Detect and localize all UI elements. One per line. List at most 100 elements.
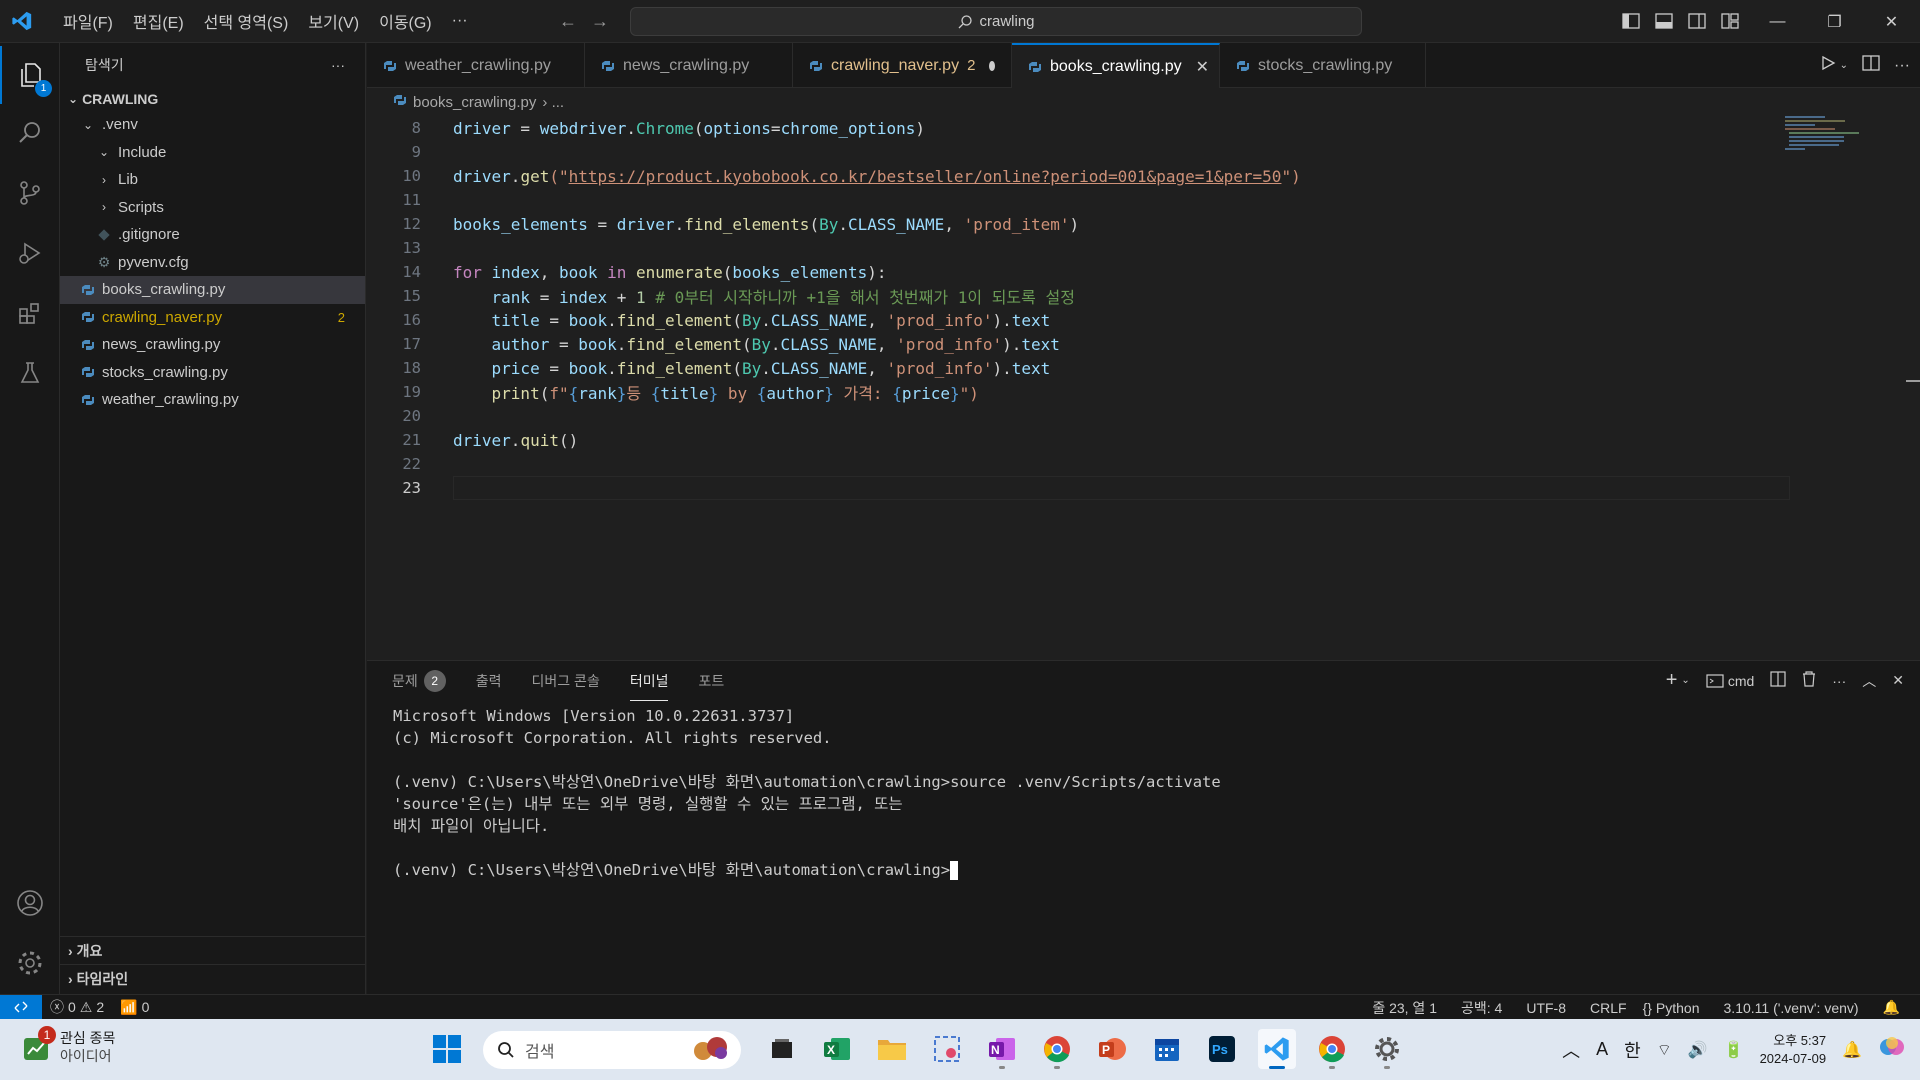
volume-icon[interactable]: 🔊 [1688,1040,1708,1060]
onenote-icon[interactable]: N [983,1029,1021,1069]
tab-books-crawling[interactable]: books_crawling.py ✕ [1012,43,1220,88]
notifications-bell-icon[interactable]: 🔔 [1875,999,1908,1016]
remote-indicator-icon[interactable] [0,994,42,1020]
settings-gear-icon[interactable] [1368,1029,1406,1069]
tab-weather-crawling[interactable]: weather_crawling.py [367,43,585,88]
line-ending[interactable]: CRLF [1582,1000,1635,1016]
explorer-more-button[interactable]: ··· [331,57,345,73]
panel-more-actions-icon[interactable]: ··· [1832,673,1846,689]
encoding[interactable]: UTF-8 [1518,1000,1574,1016]
copilot-icon[interactable] [1878,1033,1906,1066]
testing-icon[interactable] [0,344,60,402]
tree-item[interactable]: ⌄ .venv [60,111,365,139]
timeline-section[interactable]: › 타임라인 [60,964,366,992]
ime-language[interactable]: 한 [1624,1037,1641,1063]
editor-more-actions-icon[interactable]: ··· [1894,57,1910,75]
tree-item[interactable]: weather_crawling.py [60,386,365,414]
menu-file[interactable]: 파일(F) [53,7,123,35]
toggle-primary-sidebar-icon[interactable] [1620,9,1641,33]
vscode-taskbar-icon[interactable] [1258,1029,1296,1069]
trash-icon[interactable] [1802,671,1816,690]
tab-problems[interactable]: 문제 2 [392,661,446,701]
customize-layout-icon[interactable] [1719,9,1740,33]
run-debug-icon[interactable] [0,224,60,282]
close-panel-icon[interactable]: ✕ [1892,672,1904,689]
terminal-shell-selector[interactable]: cmd [1706,673,1754,689]
cursor-position[interactable]: 줄 23, 열 1 [1364,998,1445,1018]
problems-status[interactable]: ⓧ 0 ⚠ 2 [42,997,112,1017]
windows-start-icon[interactable] [432,1034,462,1069]
clock[interactable]: 오후 5:37 2024-07-09 [1760,1032,1827,1068]
new-terminal-plus-icon[interactable]: + [1666,669,1678,692]
run-python-file-icon[interactable] [1820,55,1836,76]
unsaved-dot-icon[interactable] [989,60,995,71]
photoshop-icon[interactable]: Ps [1203,1029,1241,1069]
snipping-tool-icon[interactable] [928,1029,966,1069]
minimize-button[interactable]: — [1749,0,1806,43]
tree-item[interactable]: crawling_naver.py 2 [60,304,365,332]
maximize-panel-chevron-up-icon[interactable]: ︿ [1862,671,1876,691]
task-view-icon[interactable] [763,1029,801,1069]
tree-item[interactable]: ⌄ Include [60,139,365,167]
indentation[interactable]: 공백: 4 [1453,998,1510,1018]
tree-item[interactable]: ⚙ pyvenv.cfg [60,249,365,277]
tree-item[interactable]: › Lib [60,166,365,194]
menu-edit[interactable]: 편집(E) [123,7,194,35]
chrome-icon[interactable] [1038,1029,1076,1069]
ports-status[interactable]: 📶 0 [112,999,157,1016]
file-explorer-icon[interactable] [873,1029,911,1069]
terminal-dropdown-chevron-icon[interactable]: ⌄ [1681,675,1689,686]
tab-ports[interactable]: 포트 [698,661,724,701]
wifi-icon[interactable]: ⌔ [1657,1040,1672,1060]
settings-gear-icon[interactable] [0,934,60,992]
forward-arrow-icon[interactable]: → [590,10,610,32]
powerpoint-icon[interactable]: P [1093,1029,1131,1069]
menu-view[interactable]: 보기(V) [298,7,369,35]
toggle-panel-icon[interactable] [1653,9,1674,33]
breadcrumb-separator[interactable]: › ... [542,94,564,111]
minimap[interactable] [1785,116,1875,156]
language-mode[interactable]: {} Python [1635,1000,1708,1016]
extensions-icon[interactable] [0,284,60,342]
source-control-icon[interactable] [0,164,60,222]
restore-button[interactable]: ❐ [1806,0,1863,43]
menu-more[interactable]: ··· [442,7,478,35]
split-editor-icon[interactable] [1862,55,1880,76]
chevron-up-icon[interactable]: ︿ [1562,1037,1580,1063]
tab-debug-console[interactable]: 디버그 콘솔 [532,661,600,701]
tree-item[interactable]: stocks_crawling.py [60,359,365,387]
scrollbar-marker[interactable] [1906,380,1920,382]
toggle-secondary-sidebar-icon[interactable] [1686,9,1707,33]
ime-mode[interactable]: A [1596,1039,1608,1060]
notification-bell-icon[interactable]: 🔔 [1842,1040,1862,1060]
python-interpreter[interactable]: 3.10.11 ('.venv': venv) [1716,1000,1867,1016]
calendar-icon[interactable] [1148,1029,1186,1069]
stocks-widget[interactable]: 1 관심 종목 아이디어 [22,1026,115,1065]
tab-news-crawling[interactable]: news_crawling.py [585,43,793,88]
tab-crawling-naver[interactable]: crawling_naver.py 2 [793,43,1012,88]
breadcrumb-file[interactable]: books_crawling.py [413,94,536,111]
workspace-folder-header[interactable]: ⌄ CRAWLING [60,87,365,111]
chrome-profile-icon[interactable] [1313,1029,1351,1069]
split-terminal-icon[interactable] [1770,671,1786,690]
terminal-output[interactable]: Microsoft Windows [Version 10.0.22631.37… [393,705,1221,881]
search-icon[interactable] [0,104,60,162]
close-tab-icon[interactable]: ✕ [1196,57,1209,77]
taskbar-search-box[interactable]: 검색 [483,1031,741,1069]
tab-output[interactable]: 출력 [476,661,502,701]
run-dropdown-chevron-icon[interactable]: ⌄ [1840,60,1848,71]
url-link[interactable]: https://product.kyobobook.co.kr/bestsell… [569,167,1282,186]
tab-stocks-crawling[interactable]: stocks_crawling.py [1220,43,1426,88]
tree-item[interactable]: › Scripts [60,194,365,222]
tab-terminal[interactable]: 터미널 [629,661,669,701]
tree-item[interactable]: news_crawling.py [60,331,365,359]
menu-selection[interactable]: 선택 영역(S) [194,7,299,35]
menu-go[interactable]: 이동(G) [369,7,442,35]
explorer-icon[interactable]: 1 [0,46,60,104]
battery-icon[interactable]: 🔋 [1724,1040,1744,1060]
excel-icon[interactable]: X [818,1029,856,1069]
code-editor[interactable]: 8 driver = webdriver.Chrome(options=chro… [367,116,1920,660]
outline-section[interactable]: › 개요 [60,936,366,964]
command-center-search[interactable]: crawling [630,7,1362,36]
tree-item[interactable]: .gitignore [60,221,365,249]
